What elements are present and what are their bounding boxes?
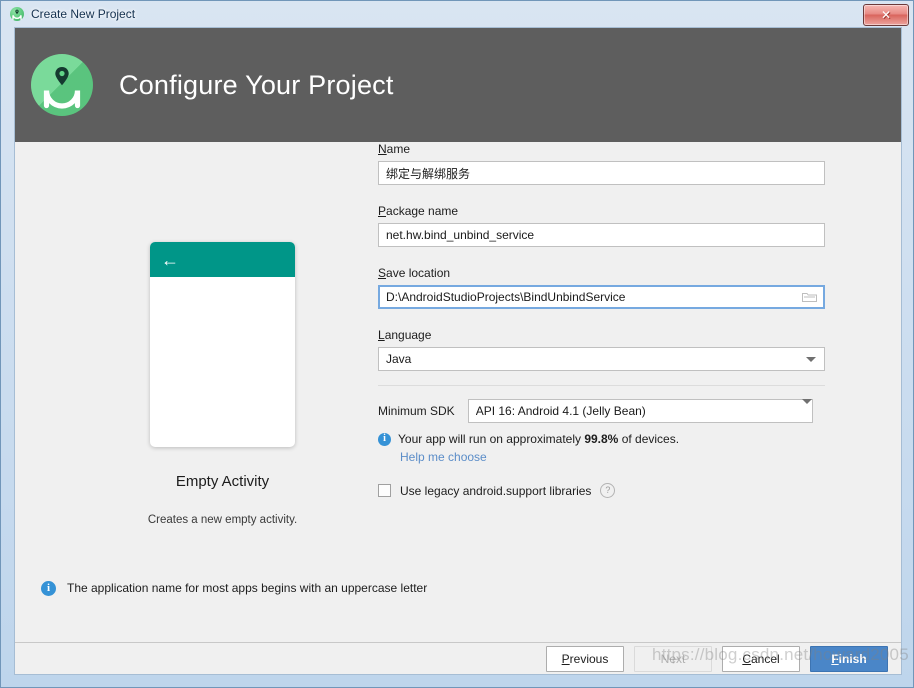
dialog-client: Configure Your Project ← Empty Activity … [14,27,902,675]
close-button[interactable]: ✕ [863,4,909,26]
project-form: Name 绑定与解绑服务 Package name net.hw.bind_un… [378,142,848,498]
template-name: Empty Activity [175,473,270,490]
folder-icon[interactable] [802,291,817,303]
name-input[interactable]: 绑定与解绑服务 [378,161,825,185]
package-input-value: net.hw.bind_unbind_service [386,228,535,242]
android-studio-icon [9,6,25,22]
chevron-down-icon[interactable] [798,348,824,370]
template-description: Creates a new empty activity. [147,514,298,526]
title-bar: Create New Project ✕ [1,1,913,27]
validation-bar: i The application name for most apps beg… [15,561,901,642]
template-thumbnail: ← [150,242,295,447]
help-icon[interactable]: ? [600,483,616,498]
close-icon: ✕ [880,8,892,22]
device-coverage-text: Your app will run on approximately 99.8%… [398,432,680,446]
name-input-value: 绑定与解绑服务 [386,166,471,181]
minimum-sdk-select[interactable]: API 16: Android 4.1 (Jelly Bean) [467,399,813,423]
minimum-sdk-label: Minimum SDK [378,404,455,418]
save-location-input[interactable]: D:\AndroidStudioProjects\BindUnbindServi… [378,285,825,309]
template-preview[interactable]: ← Empty Activity Creates a new empty act… [115,242,330,526]
field-row-language: Language Java [378,328,848,371]
save-location-label: Save location [378,266,451,280]
validation-message: The application name for most apps begin… [67,581,428,595]
name-label: Name [378,142,411,156]
info-icon: i [41,581,56,596]
cancel-button[interactable]: Cancel [722,645,800,672]
dialog-window: Create New Project ✕ Configure Your Proj… [0,0,914,688]
legacy-libraries-label[interactable]: Use legacy android.support libraries [400,484,591,498]
dialog-button-bar: Previous Next Cancel Finish [15,642,901,674]
form-divider [378,385,825,386]
save-location-input-value: D:\AndroidStudioProjects\BindUnbindServi… [386,290,626,304]
field-row-minimum-sdk: Minimum SDK API 16: Android 4.1 (Jelly B… [378,399,848,423]
field-row-name: Name 绑定与解绑服务 [378,142,848,185]
language-select-value: Java [386,352,412,366]
package-label: Package name [378,204,459,218]
language-select[interactable]: Java [378,347,825,371]
device-coverage-info: i Your app will run on approximately 99.… [378,432,848,446]
finish-button[interactable]: Finish [810,645,888,672]
phone-appbar: ← [150,242,295,277]
package-input[interactable]: net.hw.bind_unbind_service [378,223,825,247]
next-button[interactable]: Next [634,645,712,672]
header-banner: Configure Your Project [15,28,901,142]
minimum-sdk-select-value: API 16: Android 4.1 (Jelly Bean) [475,404,646,418]
field-row-package: Package name net.hw.bind_unbind_service [378,204,848,247]
body-area: ← Empty Activity Creates a new empty act… [15,142,901,561]
help-me-choose-link[interactable]: Help me choose [400,450,848,464]
page-title: Configure Your Project [119,69,394,100]
info-icon: i [378,432,391,446]
chevron-down-icon[interactable] [801,399,812,418]
legacy-libraries-row: Use legacy android.support libraries ? [378,483,848,498]
field-row-save-location: Save location D:\AndroidStudioProjects\B… [378,266,848,309]
previous-button[interactable]: Previous [546,645,624,672]
window-title: Create New Project [31,7,136,21]
back-arrow-icon: ← [161,249,179,270]
legacy-libraries-checkbox[interactable] [378,484,391,497]
android-studio-logo-icon [31,54,93,116]
language-label: Language [378,328,432,342]
